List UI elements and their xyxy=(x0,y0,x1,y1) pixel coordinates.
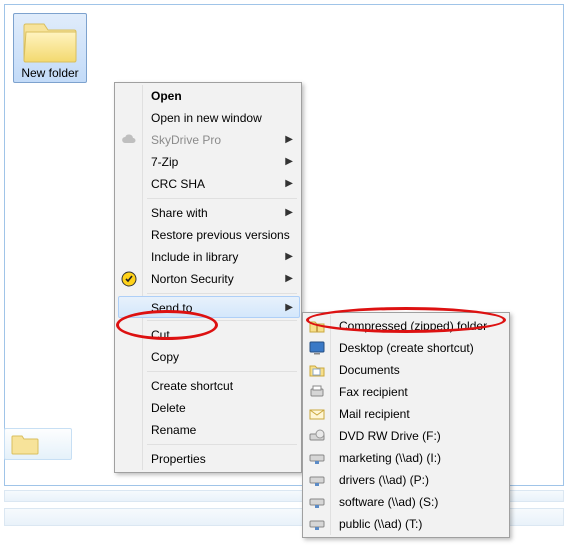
documents-icon xyxy=(309,362,325,378)
sendto-net-public[interactable]: public (\\ad) (T:) xyxy=(333,513,507,535)
zip-folder-icon xyxy=(309,318,325,334)
norton-icon xyxy=(121,271,137,287)
folder-icon xyxy=(11,433,39,455)
network-drive-icon xyxy=(309,494,325,510)
mail-icon xyxy=(309,406,325,422)
folder-item-new-folder[interactable]: New folder xyxy=(13,13,87,83)
menu-skydrive-pro[interactable]: SkyDrive Pro▶ xyxy=(145,129,299,151)
menu-crc-sha[interactable]: CRC SHA▶ xyxy=(145,173,299,195)
chevron-right-icon: ▶ xyxy=(285,202,293,224)
chevron-right-icon: ▶ xyxy=(285,268,293,290)
sendto-net-marketing[interactable]: marketing (\\ad) (I:) xyxy=(333,447,507,469)
menu-rename[interactable]: Rename xyxy=(145,419,299,441)
sendto-documents[interactable]: Documents xyxy=(333,359,507,381)
menu-share-with[interactable]: Share with▶ xyxy=(145,202,299,224)
folder-icon xyxy=(22,18,78,64)
sendto-compressed[interactable]: Compressed (zipped) folder xyxy=(333,315,507,337)
menu-open[interactable]: Open xyxy=(145,85,299,107)
network-drive-icon xyxy=(309,450,325,466)
thumbnail-strip xyxy=(4,428,72,460)
chevron-right-icon: ▶ xyxy=(285,297,293,319)
network-drive-icon xyxy=(309,472,325,488)
sendto-net-drivers[interactable]: drivers (\\ad) (P:) xyxy=(333,469,507,491)
menu-open-new-window[interactable]: Open in new window xyxy=(145,107,299,129)
context-menu: Open Open in new window SkyDrive Pro▶ 7-… xyxy=(114,82,302,473)
menu-properties[interactable]: Properties xyxy=(145,448,299,470)
sendto-net-software[interactable]: software (\\ad) (S:) xyxy=(333,491,507,513)
menu-cut[interactable]: Cut xyxy=(145,324,299,346)
menu-7zip[interactable]: 7-Zip▶ xyxy=(145,151,299,173)
menu-create-shortcut[interactable]: Create shortcut xyxy=(145,375,299,397)
menu-delete[interactable]: Delete xyxy=(145,397,299,419)
menu-send-to[interactable]: Send to▶ xyxy=(118,296,300,318)
desktop-icon xyxy=(309,340,325,356)
chevron-right-icon: ▶ xyxy=(285,173,293,195)
sendto-dvd-drive[interactable]: DVD RW Drive (F:) xyxy=(333,425,507,447)
menu-copy[interactable]: Copy xyxy=(145,346,299,368)
chevron-right-icon: ▶ xyxy=(285,151,293,173)
folder-label: New folder xyxy=(16,66,84,80)
fax-icon xyxy=(309,384,325,400)
send-to-submenu: Compressed (zipped) folder Desktop (crea… xyxy=(302,312,510,538)
menu-restore-previous[interactable]: Restore previous versions xyxy=(145,224,299,246)
chevron-right-icon: ▶ xyxy=(285,246,293,268)
menu-norton-security[interactable]: Norton Security▶ xyxy=(145,268,299,290)
sendto-fax[interactable]: Fax recipient xyxy=(333,381,507,403)
chevron-right-icon: ▶ xyxy=(285,129,293,151)
sendto-mail[interactable]: Mail recipient xyxy=(333,403,507,425)
sendto-desktop-shortcut[interactable]: Desktop (create shortcut) xyxy=(333,337,507,359)
network-drive-icon xyxy=(309,516,325,532)
cloud-icon xyxy=(121,132,137,148)
disc-drive-icon xyxy=(309,428,325,444)
menu-include-in-library[interactable]: Include in library▶ xyxy=(145,246,299,268)
